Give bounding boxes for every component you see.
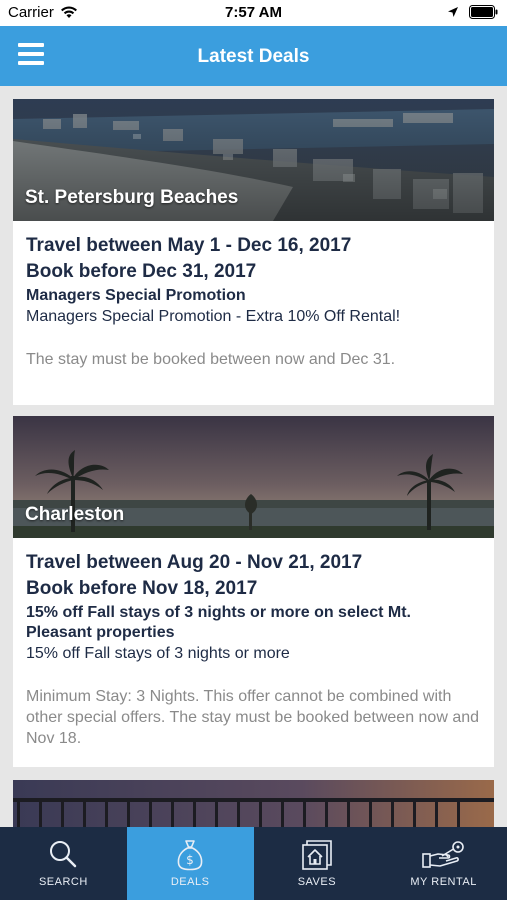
deal-details: Travel between Aug 20 - Nov 21, 2017 Boo… [13, 538, 494, 767]
deal-promo-description: 15% off Fall stays of 3 nights or more [26, 645, 290, 662]
deal-hero-image: St. Petersburg Beaches [13, 99, 494, 221]
deal-location: St. Petersburg Beaches [25, 187, 239, 208]
deal-promo-description: Managers Special Promotion - Extra 10% O… [26, 308, 401, 325]
saved-homes-icon [302, 840, 332, 870]
deal-details: Travel between May 1 - Dec 16, 2017 Book… [13, 221, 494, 405]
deal-book-before: Book before Nov 18, 2017 [26, 578, 258, 599]
status-right [447, 5, 499, 19]
deal-hero-image [13, 780, 494, 827]
deal-card[interactable] [13, 780, 494, 827]
search-icon [50, 841, 77, 868]
deal-travel-dates: Travel between Aug 20 - Nov 21, 2017 [26, 552, 363, 573]
navigation-bar: Latest Deals [0, 26, 507, 86]
tab-saves-label: SAVES [297, 876, 337, 888]
tab-deals-label: DEALS [170, 876, 210, 888]
deal-promo-title: 15% off Fall stays of 3 nights or more o… [26, 604, 411, 641]
location-arrow-icon [448, 7, 458, 17]
tab-search-label: SEARCH [38, 876, 88, 888]
tab-deals[interactable]: $ DEALS [126, 827, 254, 900]
hand-key-icon [421, 841, 464, 868]
tab-search[interactable]: SEARCH [0, 827, 127, 900]
deal-promo-title: Managers Special Promotion [26, 287, 246, 304]
tab-my-rental-label: MY RENTAL [410, 876, 477, 888]
bottom-tab-bar: SEARCH $ DEALS SAVES MY RENTAL [0, 827, 507, 900]
deal-book-before: Book before Dec 31, 2017 [26, 261, 257, 282]
deal-card[interactable]: Charleston Travel between Aug 20 - Nov 2… [13, 416, 494, 767]
page-title: Latest Deals [197, 46, 310, 67]
status-time: 7:57 AM [225, 4, 282, 21]
tab-my-rental[interactable]: MY RENTAL [380, 827, 507, 900]
deal-location: Charleston [25, 504, 125, 525]
deal-hero-image: Charleston [13, 416, 494, 538]
money-bag-icon: $ [177, 840, 203, 871]
battery-icon [469, 5, 498, 19]
deal-card[interactable]: St. Petersburg Beaches Travel between Ma… [13, 99, 494, 405]
svg-text:$: $ [186, 853, 194, 867]
deal-terms: Minimum Stay: 3 Nights. This offer canno… [26, 688, 480, 747]
deal-terms: The stay must be booked between now and … [26, 351, 396, 368]
pier-sunset-photo [13, 780, 494, 827]
deal-travel-dates: Travel between May 1 - Dec 16, 2017 [26, 235, 352, 256]
tab-saves[interactable]: SAVES [254, 827, 381, 900]
status-bar: Carrier 7:57 AM [0, 0, 507, 26]
deals-list[interactable]: St. Petersburg Beaches Travel between Ma… [0, 86, 507, 827]
